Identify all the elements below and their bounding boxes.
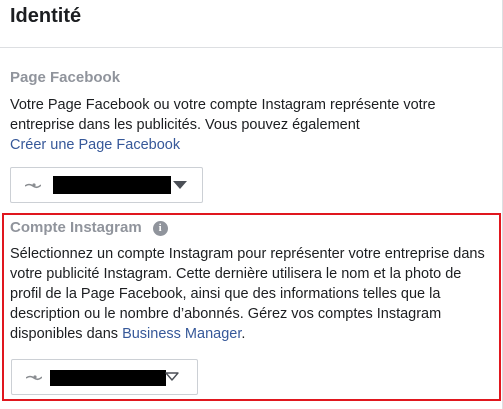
instagram-account-selector[interactable]	[11, 359, 198, 395]
create-facebook-page-link[interactable]: Créer une Page Facebook	[10, 135, 180, 155]
info-icon[interactable]: i	[152, 220, 168, 236]
instagram-account-label: Compte Instagram i	[10, 218, 168, 238]
instagram-account-label-text: Compte Instagram	[10, 219, 142, 236]
facebook-page-description: Votre Page Facebook ou votre compte Inst…	[10, 97, 436, 133]
panel-header: Identité	[0, 0, 502, 48]
caret-down-outline-icon[interactable]	[165, 372, 179, 382]
business-manager-link[interactable]: Business Manager	[122, 326, 241, 342]
facebook-page-label: Page Facebook	[10, 69, 121, 86]
instagram-description-end: .	[241, 326, 246, 342]
page-avatar-icon	[25, 183, 41, 189]
facebook-page-selector[interactable]	[10, 167, 203, 203]
page-title: Identité	[10, 5, 82, 27]
instagram-account-description: Sélectionnez un compte Instagram pour re…	[10, 244, 494, 344]
instagram-description-text: Sélectionnez un compte Instagram pour re…	[10, 246, 485, 342]
caret-down-filled-icon[interactable]	[173, 181, 187, 189]
redacted-account-name	[50, 370, 166, 386]
account-avatar-icon	[26, 375, 42, 381]
redacted-page-name	[53, 176, 171, 194]
identity-panel: Identité Page Facebook Votre Page Facebo…	[0, 0, 503, 409]
